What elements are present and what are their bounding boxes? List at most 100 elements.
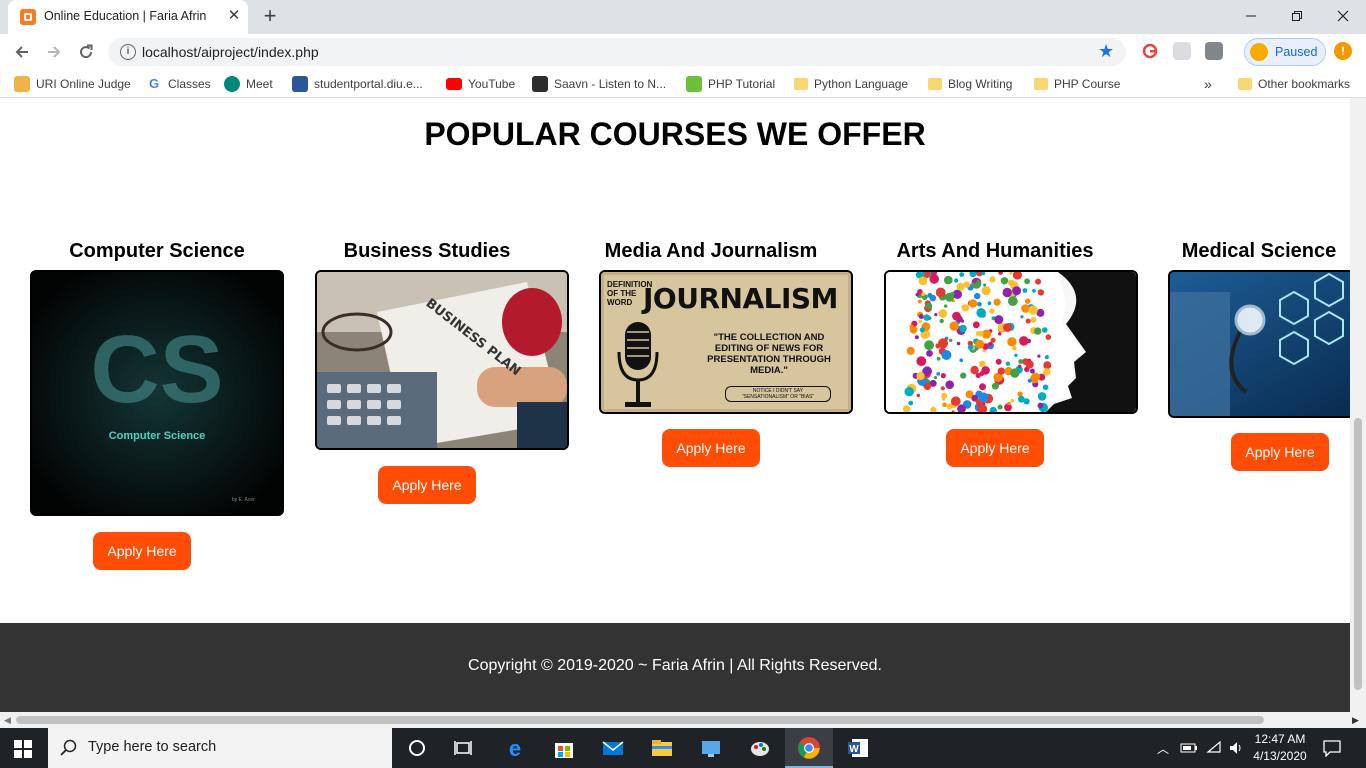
- word-icon[interactable]: W: [846, 736, 870, 760]
- vertical-scrollbar[interactable]: [1350, 98, 1366, 712]
- journalism-quote: "THE COLLECTION AND EDITING OF NEWS FOR …: [707, 332, 831, 376]
- other-bookmarks[interactable]: Other bookmarks: [1238, 76, 1350, 92]
- minimize-icon[interactable]: [1228, 0, 1274, 32]
- folder-icon: [928, 78, 942, 90]
- copyright-text: Copyright © 2019-2020 ~ Faria Afrin | Al…: [468, 657, 882, 674]
- calculator-extension-icon[interactable]: [1173, 42, 1191, 60]
- business-studies-image: BUSINESS PLAN: [315, 270, 569, 450]
- horizontal-scroll-thumb[interactable]: [16, 716, 1264, 724]
- clock-time[interactable]: 12:47 AM: [1252, 732, 1308, 746]
- bookmark-php-tutorial[interactable]: PHP Tutorial: [686, 76, 775, 92]
- youtube-icon: [446, 78, 462, 90]
- course-title-media-journalism: Media And Journalism: [604, 240, 818, 262]
- bookmarks-overflow-button[interactable]: »: [1204, 76, 1212, 92]
- medical-science-image: [1168, 270, 1350, 418]
- store-icon[interactable]: [552, 736, 576, 760]
- scroll-right-icon[interactable]: ▶: [1352, 715, 1359, 726]
- forward-icon[interactable]: [42, 40, 66, 64]
- computer-science-image: CS Computer Science by E. Acer: [30, 270, 284, 516]
- cortana-icon[interactable]: [405, 736, 429, 760]
- apply-button-media-journalism[interactable]: Apply Here: [662, 429, 760, 467]
- svg-text:W: W: [849, 744, 859, 755]
- diu-icon: [292, 76, 308, 92]
- media-journalism-image: DEFINITION OF THE WORD JOURNALISM "THE C…: [599, 270, 853, 414]
- camera-extension-icon[interactable]: [1205, 42, 1223, 60]
- apply-button-computer-science[interactable]: Apply Here: [93, 532, 191, 570]
- windows-start-icon[interactable]: [14, 740, 32, 763]
- bookmark-classes[interactable]: G Classes: [146, 76, 211, 92]
- arts-humanities-image: [884, 270, 1138, 414]
- search-placeholder: Type here to search: [88, 739, 217, 755]
- bookmark-python-language[interactable]: Python Language: [794, 76, 908, 92]
- apply-button-medical-science[interactable]: Apply Here: [1231, 433, 1329, 471]
- bookmark-saavn[interactable]: Saavn - Listen to N...: [532, 76, 666, 92]
- grammarly-extension-icon[interactable]: [1141, 42, 1159, 60]
- saavn-icon: [532, 76, 548, 92]
- clock-date[interactable]: 4/13/2020: [1252, 749, 1308, 763]
- windows-taskbar: Type here to search e W ︿ 12:47 AM 4/13/…: [0, 728, 1366, 768]
- uri-icon: [14, 76, 30, 92]
- back-icon[interactable]: [10, 40, 34, 64]
- horizontal-scrollbar[interactable]: ◀ ▶: [0, 712, 1366, 728]
- google-icon: G: [146, 76, 162, 92]
- apply-button-arts-humanities[interactable]: Apply Here: [946, 429, 1044, 467]
- site-info-icon[interactable]: i: [120, 44, 136, 60]
- close-window-icon[interactable]: [1320, 0, 1366, 32]
- restore-icon[interactable]: [1274, 0, 1320, 32]
- course-title-computer-science: Computer Science: [69, 240, 245, 262]
- reload-icon[interactable]: [74, 40, 98, 64]
- edge-icon[interactable]: e: [503, 736, 527, 761]
- address-bar[interactable]: i localhost/aiproject/index.php ★: [108, 38, 1126, 66]
- page-content: POPULAR COURSES WE OFFER Computer Scienc…: [0, 98, 1350, 712]
- remote-desktop-icon[interactable]: [699, 736, 723, 760]
- bookmark-star-icon[interactable]: ★: [1098, 41, 1114, 62]
- scroll-left-icon[interactable]: ◀: [4, 715, 11, 726]
- chrome-taskbar-button[interactable]: [785, 728, 833, 768]
- chrome-menu-update-icon[interactable]: !: [1334, 42, 1352, 60]
- cs-image-signature: by E. Acer: [232, 497, 255, 503]
- bookmark-meet[interactable]: Meet: [224, 76, 273, 92]
- mail-icon[interactable]: [601, 736, 625, 760]
- close-tab-icon[interactable]: ✕: [224, 6, 244, 26]
- journalism-note: NOTICE I DIDN'T SAY "SENSATIONALISM" OR …: [725, 386, 831, 402]
- taskbar-search-box[interactable]: Type here to search: [48, 728, 392, 768]
- browser-toolbar: i localhost/aiproject/index.php ★ Paused…: [0, 34, 1366, 70]
- svg-text:e: e: [509, 736, 521, 760]
- avatar: [1250, 43, 1268, 61]
- apply-button-business-studies[interactable]: Apply Here: [378, 466, 476, 504]
- bookmark-blog-writing[interactable]: Blog Writing: [928, 76, 1012, 92]
- w3schools-icon: [686, 76, 702, 92]
- new-tab-icon[interactable]: +: [258, 5, 282, 29]
- course-title-business-studies: Business Studies: [343, 240, 511, 262]
- folder-icon: [1034, 78, 1048, 90]
- bookmark-youtube[interactable]: YouTube: [446, 76, 515, 92]
- file-explorer-icon[interactable]: [650, 736, 674, 760]
- bookmark-uri-online-judge[interactable]: URI Online Judge: [14, 76, 131, 92]
- journalism-word: JOURNALISM: [643, 282, 838, 315]
- bookmark-studentportal[interactable]: studentportal.diu.e...: [292, 76, 423, 92]
- profile-status-label: Paused: [1275, 45, 1318, 59]
- notifications-icon[interactable]: [1322, 739, 1342, 762]
- xampp-favicon-icon: [20, 9, 36, 25]
- volume-icon[interactable]: [1228, 740, 1246, 761]
- footer: Copyright © 2019-2020 ~ Faria Afrin | Al…: [0, 623, 1350, 712]
- bookmarks-bar: URI Online Judge G Classes Meet studentpo…: [0, 70, 1366, 98]
- tray-overflow-icon[interactable]: ︿: [1157, 740, 1169, 757]
- browser-tab[interactable]: Online Education | Faria Afrin ✕: [8, 0, 248, 34]
- paint-icon[interactable]: [748, 736, 772, 760]
- vertical-scroll-thumb[interactable]: [1354, 418, 1362, 690]
- bookmark-php-course[interactable]: PHP Course: [1034, 76, 1120, 92]
- course-title-medical-science: Medical Science: [1181, 240, 1337, 262]
- meet-icon: [224, 76, 240, 92]
- folder-icon: [794, 78, 808, 90]
- tab-title: Online Education | Faria Afrin: [44, 9, 207, 23]
- wifi-icon[interactable]: [1206, 740, 1224, 761]
- task-view-icon[interactable]: [452, 736, 476, 760]
- cs-image-caption: Computer Science: [108, 430, 206, 442]
- url-text[interactable]: localhost/aiproject/index.php: [142, 44, 319, 60]
- course-title-arts-humanities: Arts And Humanities: [896, 240, 1094, 262]
- folder-icon: [1238, 78, 1252, 90]
- profile-button[interactable]: Paused: [1244, 38, 1326, 66]
- battery-icon[interactable]: [1180, 740, 1198, 761]
- search-icon: [60, 739, 78, 762]
